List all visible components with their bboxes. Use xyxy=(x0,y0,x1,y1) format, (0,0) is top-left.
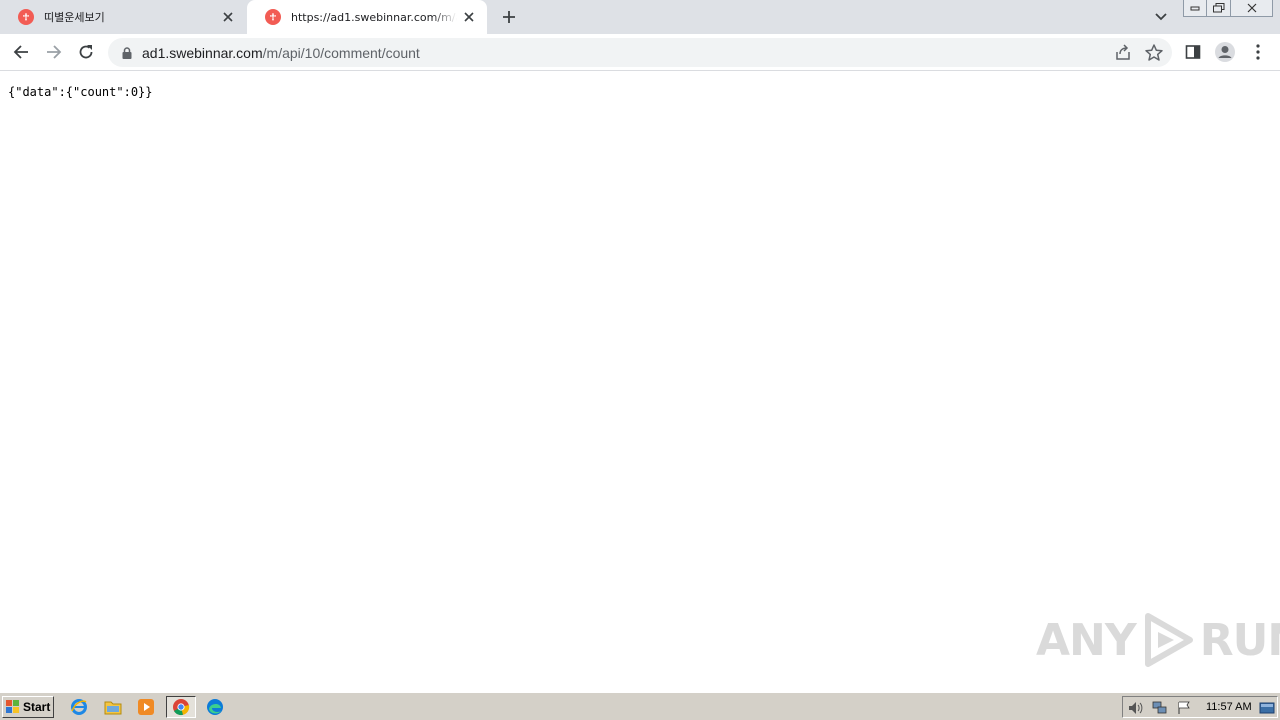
browser-toolbar: ad1.swebinnar.com/m/api/10/comment/count xyxy=(0,34,1280,71)
internet-explorer-icon[interactable] xyxy=(67,696,91,718)
tab-api-comment-count[interactable]: ☥ https://ad1.swebinnar.com/m/api/10/com… xyxy=(247,0,487,34)
system-tray: 11:57 AM xyxy=(1122,696,1278,718)
minimize-button[interactable] xyxy=(1183,0,1207,17)
bookmark-star-icon[interactable] xyxy=(1144,43,1164,63)
watermark-left-text: ANY xyxy=(1036,614,1137,666)
tab-close-icon[interactable] xyxy=(461,9,477,25)
edge-icon[interactable] xyxy=(203,696,227,718)
network-icon[interactable] xyxy=(1152,700,1168,716)
tab-title: 띠별운세보기 xyxy=(44,11,105,24)
address-bar[interactable]: ad1.swebinnar.com/m/api/10/comment/count xyxy=(108,38,1172,67)
file-explorer-icon[interactable] xyxy=(101,696,125,718)
url-path: /m/api/10/comment/count xyxy=(262,44,420,61)
new-tab-plus-icon[interactable] xyxy=(499,7,519,27)
show-desktop-icon[interactable] xyxy=(1259,700,1275,716)
tab-fortune[interactable]: ☥ 띠별운세보기 xyxy=(0,0,246,34)
back-arrow-icon[interactable] xyxy=(9,40,33,64)
forward-arrow-icon[interactable] xyxy=(42,40,66,64)
anyrun-watermark: ANY RUN xyxy=(1036,610,1280,670)
window-controls xyxy=(1183,0,1273,18)
windows-taskbar: Start 11:57 AM xyxy=(0,692,1280,720)
tab-search-chevron-down-icon[interactable] xyxy=(1151,8,1171,26)
fortune-site-favicon: ☥ xyxy=(18,9,34,25)
tab-title: https://ad1.swebinnar.com/m/api/10/comme… xyxy=(291,10,457,24)
url-host: ad1.swebinnar.com xyxy=(142,44,263,61)
play-triangle-icon xyxy=(1144,613,1193,667)
json-response-text: {"data":{"count":0}} xyxy=(8,85,153,99)
tab-strip: ☥ 띠별운세보기 ☥ https://ad1.swebinnar.com/m/a… xyxy=(0,0,1280,34)
reload-icon[interactable] xyxy=(74,40,98,64)
window-close-button[interactable] xyxy=(1231,0,1273,17)
share-icon[interactable] xyxy=(1114,44,1132,62)
action-center-flag-icon[interactable] xyxy=(1176,700,1192,716)
watermark-right-text: RUN xyxy=(1199,614,1280,666)
page-content: {"data":{"count":0}} ANY RUN xyxy=(0,72,1280,692)
windows-flag-icon xyxy=(6,700,19,713)
tab-close-icon[interactable] xyxy=(220,9,236,25)
start-button[interactable]: Start xyxy=(2,696,54,718)
fortune-site-favicon: ☥ xyxy=(265,9,281,25)
volume-icon[interactable] xyxy=(1128,700,1144,716)
kebab-menu-icon[interactable] xyxy=(1246,40,1270,64)
restore-button[interactable] xyxy=(1207,0,1231,17)
start-label: Start xyxy=(23,700,51,714)
media-player-icon[interactable] xyxy=(134,696,158,718)
side-panel-icon[interactable] xyxy=(1181,40,1205,64)
profile-avatar-icon[interactable] xyxy=(1213,40,1237,64)
taskbar-clock[interactable]: 11:57 AM xyxy=(1206,701,1252,713)
url-text[interactable]: ad1.swebinnar.com/m/api/10/comment/count xyxy=(142,45,420,61)
lock-icon[interactable] xyxy=(120,46,134,59)
chrome-icon[interactable] xyxy=(166,696,196,718)
